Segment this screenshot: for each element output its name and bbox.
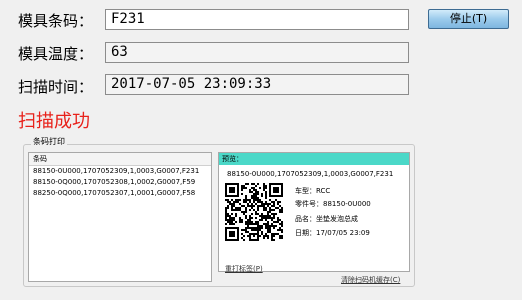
barcode-label: 模具条码：: [18, 12, 94, 30]
list-item[interactable]: 88150-0U000,1707052309,1,0003,G0007,F231: [29, 166, 211, 177]
qr-code-image: [225, 183, 283, 241]
stop-button[interactable]: 停止(T): [428, 9, 509, 29]
list-item[interactable]: 88250-0Q000,1707052307,1,0001,G0007,F58: [29, 188, 211, 199]
label-preview: 预览： 88150-0U000,1707052309,1,0003,G0007,…: [218, 152, 410, 272]
reprint-label-link[interactable]: 重打标签(P): [225, 264, 263, 274]
clear-scanner-cache-link[interactable]: 清除扫码机缓存(C): [341, 275, 400, 285]
scan-time-label: 扫描时间：: [18, 78, 94, 96]
scan-time-field: 2017-07-05 23:09:33: [105, 74, 409, 95]
list-item[interactable]: 88150-0Q000,1707052308,1,0002,G0007,F59: [29, 177, 211, 188]
barcode-list[interactable]: 条码 88150-0U000,1707052309,1,0003,G0007,F…: [28, 152, 212, 282]
preview-car-type: 车型：RCC: [295, 187, 331, 195]
preview-part-number: 零件号：88150-0U000: [295, 200, 371, 208]
temperature-field: 63: [105, 42, 409, 63]
scan-status-text: 扫描成功: [18, 111, 90, 132]
barcode-print-group-title: 条码打印: [31, 136, 67, 147]
preview-date: 日期：17/07/05 23:09: [295, 229, 370, 237]
preview-part-name: 品名：坐垫发泡总成: [295, 215, 358, 223]
preview-header: 预览：: [219, 153, 409, 165]
barcode-list-header[interactable]: 条码: [29, 153, 211, 166]
barcode-input[interactable]: F231: [105, 9, 409, 30]
temperature-label: 模具温度：: [18, 45, 94, 63]
preview-barcode-text: 88150-0U000,1707052309,1,0003,G0007,F231: [227, 170, 394, 178]
